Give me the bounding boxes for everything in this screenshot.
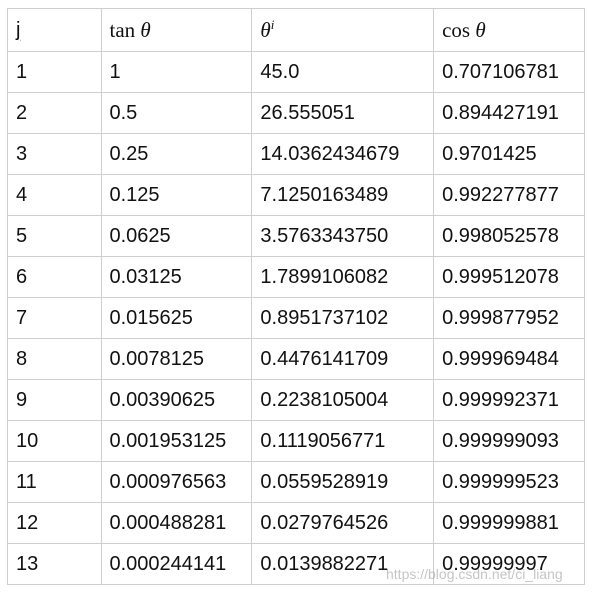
cell-theta: 26.555051 <box>251 92 435 134</box>
cell-theta: 3.5763343750 <box>251 215 435 257</box>
header-j-text: j <box>16 18 21 41</box>
table-row: 5 0.0625 3.5763343750 0.998052578 <box>7 215 585 257</box>
table-row: 7 0.015625 0.8951737102 0.999877952 <box>7 297 585 339</box>
table-row: 9 0.00390625 0.2238105004 0.999992371 <box>7 379 585 421</box>
header-j: j <box>7 8 102 52</box>
cell-j: 3 <box>7 133 102 175</box>
header-cos-var: θ <box>475 17 486 42</box>
header-cos-theta: cos θ <box>433 8 585 52</box>
cell-j: 13 <box>7 543 102 585</box>
cell-cos: 0.999999523 <box>433 461 585 503</box>
cordic-table: j tan θ θi cos θ 1 1 45.0 0.707106781 2 0.5 26 <box>7 8 585 585</box>
table-row: 6 0.03125 1.7899106082 0.999512078 <box>7 256 585 298</box>
header-theta-sup: i <box>270 17 275 32</box>
cell-theta: 0.1119056771 <box>251 420 435 462</box>
cell-tan: 0.25 <box>100 133 253 175</box>
cell-tan: 1 <box>100 51 253 93</box>
cell-theta: 0.8951737102 <box>251 297 435 339</box>
cell-tan: 0.000244141 <box>100 543 253 585</box>
header-tan-fn: tan <box>109 17 136 42</box>
cell-cos: 0.894427191 <box>433 92 585 134</box>
cell-theta: 0.0139882271 <box>251 543 435 585</box>
table-row: 11 0.000976563 0.0559528919 0.999999523 <box>7 461 585 503</box>
table-row: 3 0.25 14.0362434679 0.9701425 <box>7 133 585 175</box>
cell-j: 8 <box>7 338 102 380</box>
cell-tan: 0.001953125 <box>100 420 253 462</box>
cell-cos: 0.999999881 <box>433 502 585 544</box>
header-tan-var: θ <box>140 17 151 42</box>
cell-cos: 0.999877952 <box>433 297 585 339</box>
header-tan-theta: tan θ <box>100 8 253 52</box>
table-row: 2 0.5 26.555051 0.894427191 <box>7 92 585 134</box>
cell-theta: 0.4476141709 <box>251 338 435 380</box>
cell-j: 6 <box>7 256 102 298</box>
cell-cos: 0.707106781 <box>433 51 585 93</box>
cell-j: 2 <box>7 92 102 134</box>
table-row: 1 1 45.0 0.707106781 <box>7 51 585 93</box>
cell-tan: 0.000488281 <box>100 502 253 544</box>
cell-j: 11 <box>7 461 102 503</box>
cell-tan: 0.125 <box>100 174 253 216</box>
header-theta-var: θ <box>260 18 271 42</box>
header-row: j tan θ θi cos θ <box>7 8 585 52</box>
cell-j: 5 <box>7 215 102 257</box>
cell-j: 4 <box>7 174 102 216</box>
header-theta-i: θi <box>251 8 435 52</box>
cell-theta: 7.1250163489 <box>251 174 435 216</box>
cell-theta: 14.0362434679 <box>251 133 435 175</box>
cell-tan: 0.015625 <box>100 297 253 339</box>
table-row: 13 0.000244141 0.0139882271 0.99999997 <box>7 543 585 585</box>
cell-cos: 0.999512078 <box>433 256 585 298</box>
cell-j: 1 <box>7 51 102 93</box>
cell-cos: 0.992277877 <box>433 174 585 216</box>
table-row: 12 0.000488281 0.0279764526 0.999999881 <box>7 502 585 544</box>
table-row: 8 0.0078125 0.4476141709 0.999969484 <box>7 338 585 380</box>
cell-theta: 0.2238105004 <box>251 379 435 421</box>
cell-tan: 0.5 <box>100 92 253 134</box>
header-cos-fn: cos <box>442 17 471 42</box>
cell-cos: 0.999969484 <box>433 338 585 380</box>
cell-j: 9 <box>7 379 102 421</box>
cell-cos: 0.999992371 <box>433 379 585 421</box>
cell-theta: 45.0 <box>251 51 435 93</box>
cell-theta: 1.7899106082 <box>251 256 435 298</box>
cell-cos: 0.999999093 <box>433 420 585 462</box>
cell-j: 10 <box>7 420 102 462</box>
cell-theta: 0.0279764526 <box>251 502 435 544</box>
cell-j: 12 <box>7 502 102 544</box>
table-row: 10 0.001953125 0.1119056771 0.999999093 <box>7 420 585 462</box>
cell-j: 7 <box>7 297 102 339</box>
cell-theta: 0.0559528919 <box>251 461 435 503</box>
cell-cos: 0.9701425 <box>433 133 585 175</box>
cell-tan: 0.00390625 <box>100 379 253 421</box>
cell-tan: 0.000976563 <box>100 461 253 503</box>
table-row: 4 0.125 7.1250163489 0.992277877 <box>7 174 585 216</box>
cell-tan: 0.03125 <box>100 256 253 298</box>
cell-cos: 0.99999997 <box>433 543 585 585</box>
cell-tan: 0.0078125 <box>100 338 253 380</box>
cell-cos: 0.998052578 <box>433 215 585 257</box>
cell-tan: 0.0625 <box>100 215 253 257</box>
